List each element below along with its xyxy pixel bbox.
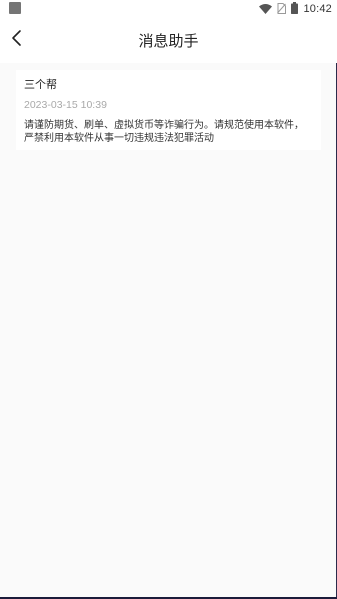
status-bar: 10:42 — [0, 0, 337, 17]
wifi-icon — [259, 0, 273, 18]
message-sender: 三个帮 — [24, 78, 57, 91]
message-card[interactable]: 三个帮 2023-03-15 10:39 请谨防期货、刷单、虚拟货币等诈骗行为。… — [16, 70, 321, 150]
message-timestamp: 2023-03-15 10:39 — [24, 99, 107, 111]
message-body: 请谨防期货、刷单、虚拟货币等诈骗行为。请规范使用本软件，严禁利用本软件从事一切违… — [24, 120, 304, 144]
status-icons: 10:42 — [259, 0, 332, 17]
page-title: 消息助手 — [138, 32, 199, 50]
no-sim-icon — [277, 0, 287, 18]
navigation-bar: 消息助手 — [0, 17, 337, 63]
status-time: 10:42 — [303, 2, 332, 15]
notification-square-icon — [9, 2, 21, 14]
message-assistant-screen: 10:42 消息助手 三个帮 2023-03-15 10:39 请谨防期货、刷单… — [0, 0, 337, 599]
battery-icon — [291, 0, 299, 18]
